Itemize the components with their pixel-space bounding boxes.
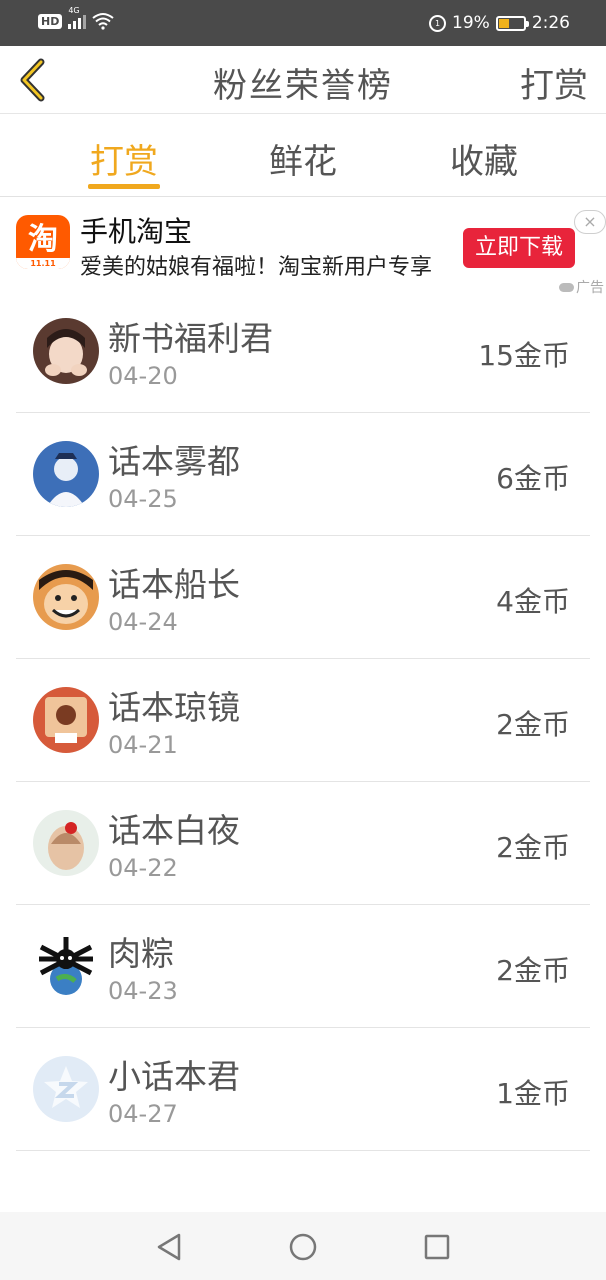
- fan-name: 话本船长: [108, 565, 240, 604]
- battery-percent: 19%: [452, 13, 490, 33]
- fan-date: 04-22: [108, 854, 178, 882]
- download-button[interactable]: 立即下载: [463, 228, 575, 268]
- coin-amount: 15金币: [478, 339, 570, 372]
- status-left: HD 4G: [38, 6, 114, 30]
- status-right: 1 19% 2:26: [429, 12, 570, 34]
- coin-amount: 1金币: [496, 1077, 570, 1110]
- avatar: [33, 933, 99, 999]
- status-bar: HD 4G 1 19% 2:26: [0, 0, 606, 46]
- fan-name: 小话本君: [108, 1057, 240, 1096]
- fan-date: 04-25: [108, 485, 178, 513]
- fan-name: 肉粽: [108, 934, 174, 973]
- avatar: [33, 441, 99, 507]
- data-saver-icon: 1: [429, 14, 447, 32]
- fan-date: 04-20: [108, 362, 178, 390]
- home-circle-icon[interactable]: [286, 1230, 320, 1264]
- tab-reward[interactable]: 打赏: [64, 134, 184, 183]
- list-item[interactable]: 话本雾都 04-25 6金币: [0, 413, 606, 536]
- tab-bar: 打赏 鲜花 收藏: [0, 114, 606, 197]
- avatar: [33, 318, 99, 384]
- taobao-logo: 淘 11.11: [16, 215, 70, 269]
- avatar: [33, 564, 99, 630]
- fan-name: 新书福利君: [108, 319, 273, 358]
- recents-square-icon[interactable]: [420, 1230, 454, 1264]
- nav-header: 粉丝荣誉榜 打赏: [0, 46, 606, 114]
- avatar: [33, 810, 99, 876]
- fan-date: 04-21: [108, 731, 178, 759]
- fan-date: 04-24: [108, 608, 178, 636]
- list-item[interactable]: 话本白夜 04-22 2金币: [0, 782, 606, 905]
- active-tab-indicator: [88, 184, 160, 189]
- fan-date: 04-23: [108, 977, 178, 1005]
- coin-amount: 6金币: [496, 462, 570, 495]
- coin-amount: 2金币: [496, 831, 570, 864]
- ad-app-name: 手机淘宝: [80, 215, 193, 248]
- tab-favorites[interactable]: 收藏: [424, 134, 544, 183]
- list-item[interactable]: 小话本君 04-27 1金币: [0, 1028, 606, 1151]
- list-item[interactable]: 话本船长 04-24 4金币: [0, 536, 606, 659]
- coin-amount: 2金币: [496, 708, 570, 741]
- ad-description: 爱美的姑娘有福啦！淘宝新用户专享: [80, 255, 433, 280]
- avatar: [33, 687, 99, 753]
- cell-signal-icon: 4G: [68, 6, 87, 29]
- wifi-icon: [92, 13, 114, 30]
- reward-button[interactable]: 打赏: [520, 58, 588, 107]
- fan-name: 话本雾都: [108, 442, 240, 481]
- fan-list: 新书福利君 04-20 15金币 话本雾都 04-25 6金币 话本船长 04-…: [0, 290, 606, 1151]
- tab-flowers[interactable]: 鲜花: [243, 134, 363, 183]
- close-icon[interactable]: ×: [574, 210, 606, 234]
- system-nav-bar: [0, 1212, 606, 1280]
- list-item[interactable]: 肉粽 04-23 2金币: [0, 905, 606, 1028]
- clock: 2:26: [531, 13, 570, 33]
- back-triangle-icon[interactable]: [152, 1230, 186, 1264]
- fan-name: 话本琼镜: [108, 688, 240, 727]
- fan-name: 话本白夜: [108, 811, 240, 850]
- coin-amount: 4金币: [496, 585, 570, 618]
- ad-banner[interactable]: 淘 11.11 手机淘宝 爱美的姑娘有福啦！淘宝新用户专享 立即下载 × 广告: [0, 198, 606, 296]
- avatar: [33, 1056, 99, 1122]
- list-item[interactable]: 新书福利君 04-20 15金币: [0, 290, 606, 413]
- fan-date: 04-27: [108, 1100, 178, 1128]
- hd-badge: HD: [38, 13, 63, 29]
- page-title: 粉丝荣誉榜: [213, 66, 393, 106]
- battery-icon: [495, 15, 529, 31]
- coin-amount: 2金币: [496, 954, 570, 987]
- list-item[interactable]: 话本琼镜 04-21 2金币: [0, 659, 606, 782]
